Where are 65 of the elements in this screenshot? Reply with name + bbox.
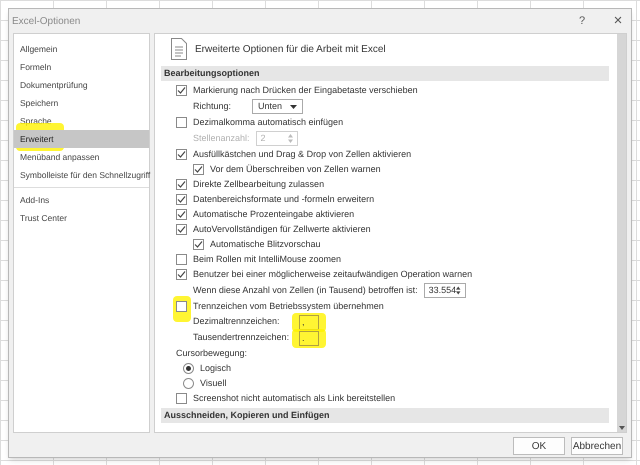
- sidebar-item[interactable]: Erweitert: [14, 130, 149, 148]
- option-label: Markierung nach Drücken der Eingabetaste verschieben: [193, 84, 418, 97]
- sidebar-item[interactable]: Trust Center: [14, 209, 149, 227]
- help-button[interactable]: ?: [572, 12, 592, 30]
- spin-arrows-icon: [456, 286, 461, 295]
- option-label: Ausfüllkästchen und Drag & Drop von Zellen aktivieren: [193, 148, 412, 161]
- sidebar-item[interactable]: Formeln: [14, 58, 149, 76]
- section-header: Bearbeitungsoptionen: [161, 66, 609, 81]
- option-label: Benutzer bei einer möglicherweise zeitaufwändigen Operation warnen: [193, 268, 472, 281]
- sidebar-item[interactable]: Menüband anpassen: [14, 148, 149, 166]
- sidebar-item[interactable]: Sprache: [14, 112, 149, 130]
- group-label: Cursorbewegung:: [176, 346, 248, 360]
- direction-dropdown[interactable]: Unten: [252, 99, 304, 114]
- option-label: Logisch: [200, 362, 232, 375]
- sidebar-item[interactable]: Allgemein: [14, 40, 149, 58]
- checkbox[interactable]: [176, 254, 187, 265]
- field-label: Dezimaltrennzeichen:: [193, 315, 281, 328]
- close-button[interactable]: ×: [608, 10, 628, 32]
- option-label: Automatische Blitzvorschau: [210, 238, 321, 251]
- separator-field[interactable]: .: [299, 330, 319, 346]
- sidebar-item[interactable]: Dokumentprüfung: [14, 76, 149, 94]
- sidebar-item[interactable]: Add-Ins: [14, 191, 149, 209]
- checkbox[interactable]: [193, 239, 204, 250]
- spin-arrows-icon: [288, 134, 293, 143]
- number-spinner[interactable]: 33.554: [424, 283, 466, 298]
- checkbox[interactable]: [176, 209, 187, 220]
- option-label: Direkte Zellbearbeitung zulassen: [193, 178, 324, 191]
- checkbox[interactable]: [176, 149, 187, 160]
- document-icon: [171, 38, 187, 60]
- dialog-button[interactable]: Abbrechen: [571, 437, 623, 455]
- checkbox[interactable]: [176, 393, 187, 404]
- option-label: Automatische Prozenteingabe aktivieren: [193, 208, 354, 221]
- option-label: Screenshot nicht automatisch als Link bereitstellen: [193, 392, 396, 405]
- dialog-button[interactable]: OK: [513, 437, 565, 455]
- scrollbar[interactable]: [617, 34, 626, 432]
- field-label: Stellenanzahl:: [193, 132, 250, 145]
- checkbox[interactable]: [176, 179, 187, 190]
- page-title: Erweiterte Optionen für die Arbeit mit Excel: [195, 42, 386, 56]
- radio-button[interactable]: [183, 378, 194, 389]
- option-label: Beim Rollen mit IntelliMouse zoomen: [193, 252, 342, 266]
- checkbox[interactable]: [193, 164, 204, 175]
- field-label: Tausendertrennzeichen:: [193, 331, 290, 344]
- option-label: Trennzeichen vom Betriebssystem übernehmen: [193, 300, 384, 313]
- scroll-down-icon: [618, 426, 624, 430]
- sidebar-item[interactable]: Symbolleiste für den Schnellzugriff: [14, 166, 149, 184]
- checkbox[interactable]: [176, 224, 187, 235]
- caret-icon: [290, 104, 298, 108]
- checkbox[interactable]: [176, 269, 187, 280]
- radio-button[interactable]: [183, 363, 194, 374]
- option-label: Dezimalkomma automatisch einfügen: [193, 116, 344, 129]
- window-title: Excel-Optionen: [12, 14, 82, 28]
- check-icon: [177, 270, 186, 279]
- field-label: Wenn diese Anzahl von Zellen (in Tausend) betroffen ist:: [193, 284, 418, 297]
- section-header: Ausschneiden, Kopieren und Einfügen: [161, 408, 609, 423]
- checkbox[interactable]: [176, 194, 187, 205]
- checkbox[interactable]: [176, 85, 187, 96]
- option-label: Vor dem Überschreiben von Zellen warnen: [210, 162, 381, 176]
- sidebar-item[interactable]: Speichern: [14, 94, 149, 112]
- option-label: AutoVervollständigen für Zellwerte aktivieren: [193, 222, 371, 236]
- checkbox[interactable]: [176, 301, 187, 312]
- field-label: Richtung:: [193, 100, 232, 113]
- checkbox[interactable]: [176, 117, 187, 128]
- check-icon: [177, 86, 186, 95]
- option-label: Visuell: [200, 376, 226, 390]
- option-label: Datenbereichsformate und -formeln erweitern: [193, 192, 374, 206]
